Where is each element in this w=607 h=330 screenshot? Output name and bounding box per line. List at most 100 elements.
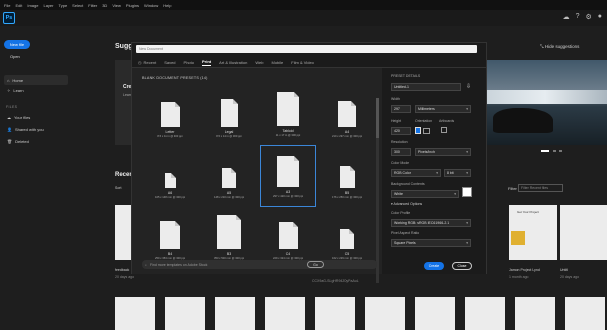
- preset-dimensions: 11 x 17 in @ 300 ppi: [275, 134, 301, 137]
- sidebar-item-your-files[interactable]: ☁ Your files: [7, 115, 30, 120]
- menu-3d[interactable]: 3D: [102, 3, 107, 8]
- hero-image[interactable]: [483, 60, 607, 145]
- tab-print[interactable]: Print: [201, 59, 212, 66]
- width-unit-select[interactable]: Millimeters: [415, 105, 471, 113]
- recent-thumb[interactable]: [115, 205, 131, 260]
- preset-a4[interactable]: A4 210 x 297 mm @ 300 ppi: [321, 86, 373, 144]
- menu-filter[interactable]: Filter: [88, 3, 97, 8]
- recent-thumb[interactable]: [465, 297, 505, 330]
- menu-edit[interactable]: Edit: [15, 3, 22, 8]
- menu-view[interactable]: View: [112, 3, 121, 8]
- photoshop-logo[interactable]: Ps: [3, 12, 15, 24]
- document-icon: [277, 156, 299, 187]
- menu-select[interactable]: Select: [72, 3, 83, 8]
- recent-name[interactable]: CCX9aG-SLgHR94Z0yPaAuL: [312, 279, 359, 283]
- recent-thumb[interactable]: [315, 297, 355, 330]
- menu-help[interactable]: Help: [163, 3, 171, 8]
- title-bar: [0, 10, 607, 26]
- cloud-icon[interactable]: ☁: [563, 13, 570, 21]
- preset-b5[interactable]: B5 176 x 250 mm @ 300 ppi: [321, 147, 373, 205]
- close-button[interactable]: Close: [452, 262, 472, 270]
- preset-dimensions: 8.5 x 14 in @ 300 ppi: [216, 135, 242, 138]
- find-templates-input[interactable]: Find more templates on Adobe Stock: [150, 263, 207, 267]
- recent-thumb[interactable]: [565, 297, 605, 330]
- carousel-dot[interactable]: [559, 150, 562, 152]
- sidebar-item-label: Home: [12, 77, 24, 83]
- gear-icon[interactable]: ⚙: [585, 13, 591, 21]
- advanced-options-toggle[interactable]: ▾ Advanced Options: [391, 202, 422, 206]
- artboards-checkbox[interactable]: [441, 127, 447, 133]
- carousel-dot[interactable]: [541, 150, 549, 152]
- sort-label[interactable]: Sort: [115, 186, 121, 190]
- background-color-swatch[interactable]: [462, 187, 472, 197]
- document-name-input[interactable]: Untitled-1: [391, 83, 461, 91]
- go-button[interactable]: Go: [307, 261, 324, 268]
- recent-thumb[interactable]: [515, 297, 555, 330]
- menu-file[interactable]: File: [4, 3, 10, 8]
- preset-a6[interactable]: A6 105 x 148 mm @ 300 ppi: [144, 147, 196, 205]
- color-mode-select[interactable]: RGB Color: [391, 169, 441, 177]
- recent-name[interactable]: feedback: [115, 268, 129, 272]
- tab-recent[interactable]: ◷ Recent: [138, 60, 156, 65]
- tab-mobile[interactable]: Mobile: [272, 60, 284, 65]
- recent-thumb[interactable]: [415, 297, 455, 330]
- recent-thumb[interactable]: [365, 297, 405, 330]
- avatar[interactable]: ●: [598, 13, 602, 21]
- menu-window[interactable]: Window: [144, 3, 158, 8]
- sidebar-item-shared[interactable]: 👤 Shared with you: [7, 127, 44, 132]
- tab-web[interactable]: Web: [255, 60, 263, 65]
- recent-thumb[interactable]: [265, 297, 305, 330]
- recent-thumb[interactable]: [215, 297, 255, 330]
- menu-type[interactable]: Type: [59, 3, 68, 8]
- preset-c4[interactable]: C4 229 x 324 mm @ 300 ppi: [262, 208, 314, 266]
- scrollbar-thumb[interactable]: [376, 98, 379, 138]
- recent-thumb[interactable]: [560, 205, 607, 260]
- preset-b3[interactable]: B3 353 x 500 mm @ 300 ppi: [203, 208, 255, 266]
- create-button[interactable]: Create: [424, 262, 444, 270]
- hide-suggestions-button[interactable]: ⤡ Hide suggestions: [540, 44, 579, 49]
- preset-tabloid[interactable]: Tabloid 11 x 17 in @ 300 ppi: [262, 86, 314, 144]
- find-templates-bar[interactable]: ⌕ Find more templates on Adobe Stock Go: [142, 260, 377, 269]
- sidebar-item-label: Shared with you: [14, 127, 44, 132]
- presets-scrollbar[interactable]: [376, 98, 379, 283]
- sidebar-item-home[interactable]: ⌂ Home: [4, 75, 68, 85]
- sidebar-item-learn[interactable]: ✧ Learn: [7, 88, 24, 93]
- sidebar-item-deleted[interactable]: 🗑 Deleted: [7, 139, 29, 144]
- pixel-aspect-ratio-select[interactable]: Square Pixels: [391, 239, 471, 247]
- recent-thumb[interactable]: [165, 297, 205, 330]
- portrait-orientation-icon[interactable]: [415, 127, 421, 134]
- menu-image[interactable]: Image: [27, 3, 38, 8]
- bit-depth-select[interactable]: 8 bit: [444, 169, 471, 177]
- preset-b4[interactable]: B4 250 x 353 mm @ 300 ppi: [144, 208, 196, 266]
- recent-thumb[interactable]: [115, 297, 155, 330]
- recent-name[interactable]: Jamon Project Lynd: [509, 268, 540, 272]
- resolution-unit-select[interactable]: Pixels/Inch: [415, 148, 471, 156]
- preset-legal[interactable]: Legal 8.5 x 14 in @ 300 ppi: [203, 86, 255, 144]
- help-icon[interactable]: ?: [576, 13, 580, 21]
- resolution-input[interactable]: 300: [391, 148, 411, 156]
- tab-art-illustration[interactable]: Art & Illustration: [219, 60, 247, 65]
- recent-thumb[interactable]: Get Your Project: [509, 205, 557, 260]
- tab-saved[interactable]: Saved: [164, 60, 175, 65]
- dialog-search-input[interactable]: New Document: [136, 45, 477, 53]
- open-button[interactable]: Open: [10, 54, 20, 59]
- color-profile-select[interactable]: Working RGB: sRGB IEC61966-2.1: [391, 219, 471, 227]
- preset-a5[interactable]: A5 148 x 210 mm @ 300 ppi: [203, 147, 255, 205]
- width-input[interactable]: 297: [391, 105, 411, 113]
- menu-layer[interactable]: Layer: [43, 3, 53, 8]
- landscape-orientation-icon[interactable]: [423, 128, 430, 134]
- background-contents-select[interactable]: White: [391, 190, 459, 198]
- new-file-button[interactable]: New file: [4, 40, 30, 49]
- carousel-dot[interactable]: [553, 150, 556, 152]
- save-preset-icon[interactable]: ⇩: [466, 83, 471, 90]
- filter-input[interactable]: Filter Recent files: [518, 184, 563, 192]
- preset-letter[interactable]: Letter 8.5 x 11 in @ 300 ppi: [144, 86, 196, 144]
- tab-film-video[interactable]: Film & Video: [291, 60, 314, 65]
- recent-name[interactable]: Untitl: [560, 268, 568, 272]
- preset-a3[interactable]: A3 297 x 420 mm @ 300 ppi: [260, 145, 316, 207]
- preset-name: Letter: [165, 130, 175, 134]
- height-input[interactable]: 420: [391, 127, 411, 135]
- preset-c5[interactable]: C5 162 x 229 mm @ 300 ppi: [321, 208, 373, 266]
- menu-plugins[interactable]: Plugins: [126, 3, 139, 8]
- tab-photo[interactable]: Photo: [184, 60, 194, 65]
